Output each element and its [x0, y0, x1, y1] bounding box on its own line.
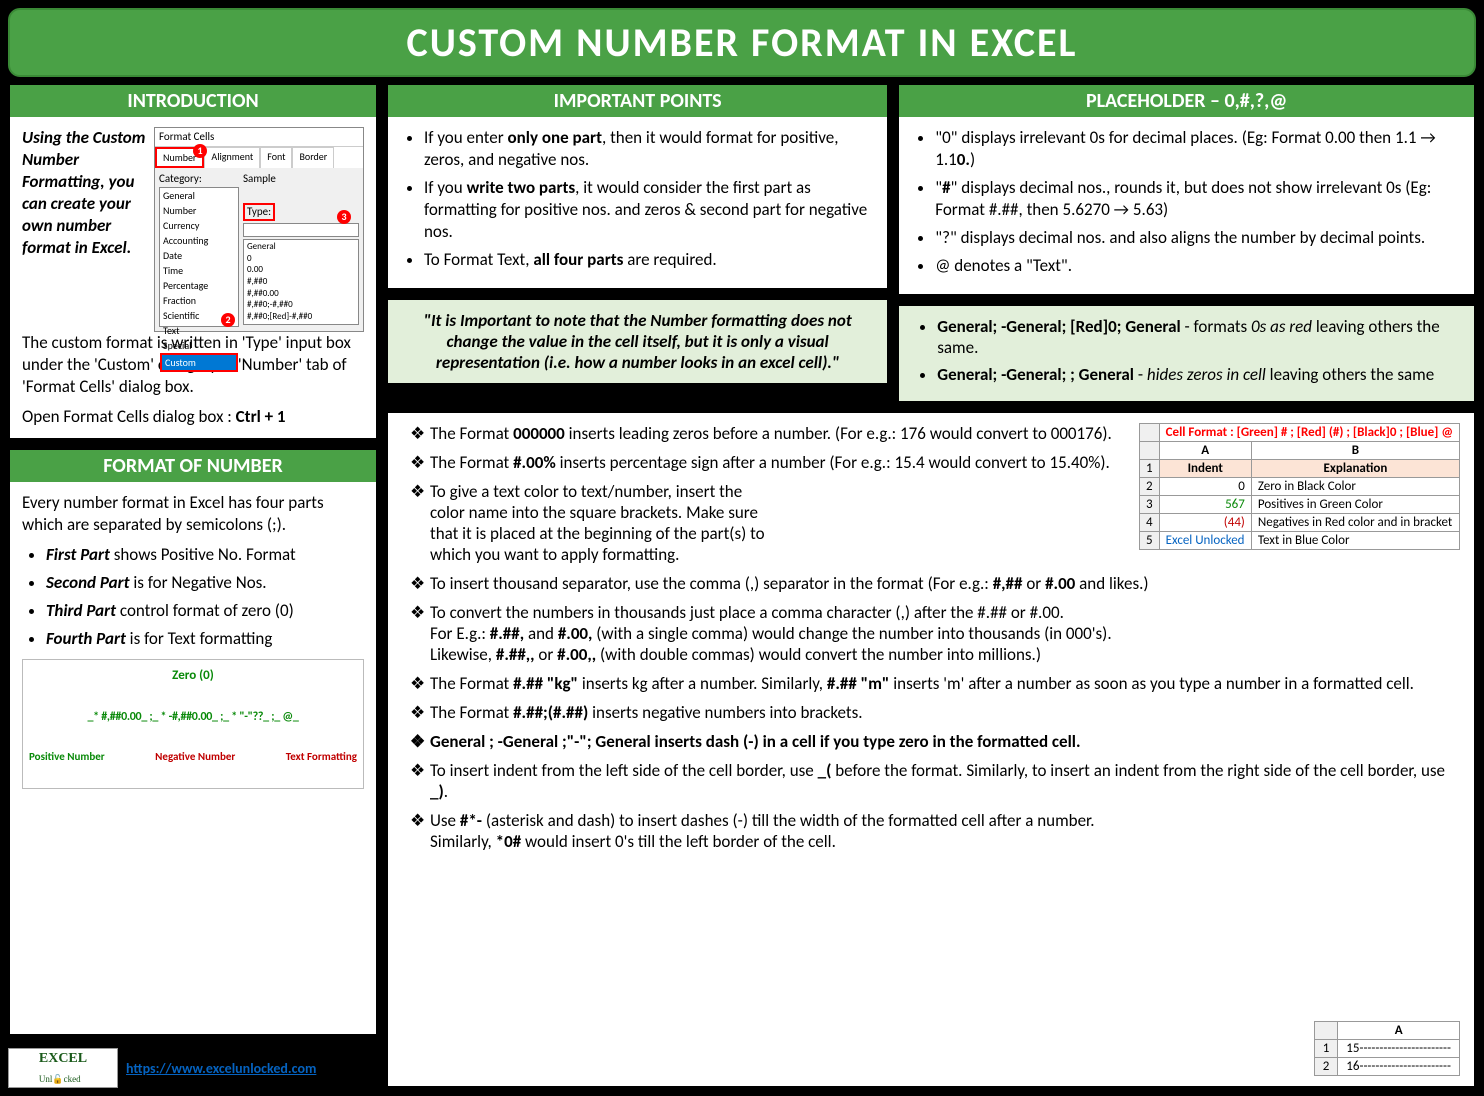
- format-diagram: Zero (0) _* #,##0.00_ ;_ * -#,##0.00_ ;_…: [22, 659, 364, 789]
- placeholder-heading: PLACEHOLDER – 0,#,?,@: [899, 85, 1474, 117]
- excel-unlocked-logo: EXCELUnl🔓cked: [8, 1048, 118, 1088]
- placeholder-note: General; -General; [Red]0; General - for…: [897, 304, 1476, 403]
- diagram-negative-label: Negative Number: [155, 750, 235, 764]
- dash-example-table: A 115----------------------- 216--------…: [1314, 1021, 1460, 1076]
- intro-heading: INTRODUCTION: [10, 85, 376, 117]
- footer: EXCELUnl🔓cked https://www.excelunlocked.…: [8, 1044, 378, 1088]
- placeholder-note-1: General; -General; [Red]0; General - for…: [937, 316, 1460, 358]
- card-format-number: FORMAT OF NUMBER Every number format in …: [8, 448, 378, 1036]
- tips-panel: Cell Format : [Green] # ; [Red] (#) ; [B…: [386, 411, 1476, 1088]
- important-list: If you enter only one part, then it woul…: [400, 127, 875, 272]
- category-list[interactable]: General Number Currency Accounting Date …: [159, 187, 239, 327]
- tip-item: The Format #.00% inserts percentage sign…: [410, 452, 1460, 473]
- format-cells-dialog: Format Cells Number Alignment Font Borde…: [154, 127, 364, 332]
- format-heading: FORMAT OF NUMBER: [10, 450, 376, 482]
- placeholder-note-2: General; -General; ; General - hides zer…: [937, 364, 1460, 385]
- callout-1: 1: [193, 144, 207, 158]
- diagram-positive-label: Positive Number: [29, 750, 105, 764]
- category-label: Category:: [159, 172, 239, 186]
- table-row: 115-----------------------: [1314, 1040, 1459, 1058]
- important-note: "It is Important to note that the Number…: [386, 298, 889, 385]
- placeholder-item-1: "0" displays irrelevant 0s for decimal p…: [935, 127, 1462, 171]
- tip-item: The Format 000000 inserts leading zeros …: [410, 423, 1460, 444]
- dialog-tab-border[interactable]: Border: [292, 147, 334, 168]
- dialog-tab-font[interactable]: Font: [260, 147, 292, 168]
- tip-item: To insert indent from the left side of t…: [410, 760, 1460, 802]
- tip-item: To insert thousand separator, use the co…: [410, 573, 1460, 594]
- placeholder-item-3: "?" displays decimal nos. and also align…: [935, 227, 1462, 249]
- intro-shortcut: Open Format Cells dialog box : Ctrl + 1: [22, 406, 364, 428]
- tip-item: General ; -General ;"-"; General inserts…: [410, 731, 1460, 752]
- callout-3: 3: [337, 210, 351, 224]
- format-part-3: Third Part control format of zero (0): [46, 600, 364, 622]
- type-input[interactable]: [243, 223, 359, 237]
- card-important: IMPORTANT POINTS If you enter only one p…: [386, 83, 889, 290]
- important-item-3: To Format Text, all four parts are requi…: [424, 249, 875, 271]
- important-item-1: If you enter only one part, then it woul…: [424, 127, 875, 171]
- sample-label: Sample: [243, 172, 359, 186]
- table-row: 3567Positives in Green Color: [1140, 495, 1460, 513]
- dialog-tabs: Number Alignment Font Border: [155, 147, 363, 168]
- tip-item: The Format #.## "kg" inserts kg after a …: [410, 673, 1460, 694]
- formats-list[interactable]: General 0 0.00 #,##0 #,##0.00 #,##0;-#,#…: [243, 239, 359, 325]
- diagram-zero-label: Zero (0): [27, 668, 359, 685]
- tip-item: To give a text color to text/number, ins…: [410, 481, 770, 565]
- format-part-2: Second Part is for Negative Nos.: [46, 572, 364, 594]
- format-intro: Every number format in Excel has four pa…: [22, 492, 364, 536]
- footer-link[interactable]: https://www.excelunlocked.com: [126, 1060, 316, 1077]
- table-row: 5Excel UnlockedText in Blue Color: [1140, 531, 1460, 549]
- format-parts-list: First Part shows Positive No. Format Sec…: [22, 544, 364, 650]
- tip-item: To convert the numbers in thousands just…: [410, 602, 1460, 665]
- card-introduction: INTRODUCTION Format Cells Number Alignme…: [8, 83, 378, 440]
- table-row: 4(44)Negatives in Red color and in brack…: [1140, 513, 1460, 531]
- dialog-title: Format Cells: [155, 128, 363, 147]
- tip-item: Use #*- (asterisk and dash) to insert da…: [410, 810, 1110, 852]
- placeholder-item-2: "#" displays decimal nos., rounds it, bu…: [935, 177, 1462, 221]
- table-row: 216-----------------------: [1314, 1058, 1459, 1076]
- format-part-1: First Part shows Positive No. Format: [46, 544, 364, 566]
- card-placeholder: PLACEHOLDER – 0,#,?,@ "0" displays irrel…: [897, 83, 1476, 296]
- format-part-4: Fourth Part is for Text formatting: [46, 628, 364, 650]
- dialog-tab-alignment[interactable]: Alignment: [204, 147, 260, 168]
- type-label: Type:: [243, 203, 275, 221]
- tip-item: The Format #.##;(#.##) inserts negative …: [410, 702, 1460, 723]
- callout-2: 2: [221, 313, 235, 327]
- main-title-bar: CUSTOM NUMBER FORMAT IN EXCEL: [8, 8, 1476, 77]
- placeholder-item-4: @ denotes a "Text".: [935, 255, 1462, 277]
- diagram-code: _* #,##0.00_ ;_ * -#,##0.00_ ;_ * "-"??_…: [27, 710, 359, 726]
- diagram-text-label: Text Formatting: [286, 750, 357, 764]
- table-row: 20Zero in Black Color: [1140, 477, 1460, 495]
- important-item-2: If you write two parts, it would conside…: [424, 177, 875, 243]
- important-heading: IMPORTANT POINTS: [388, 85, 887, 117]
- main-title: CUSTOM NUMBER FORMAT IN EXCEL: [18, 18, 1466, 67]
- placeholder-list: "0" displays irrelevant 0s for decimal p…: [911, 127, 1462, 278]
